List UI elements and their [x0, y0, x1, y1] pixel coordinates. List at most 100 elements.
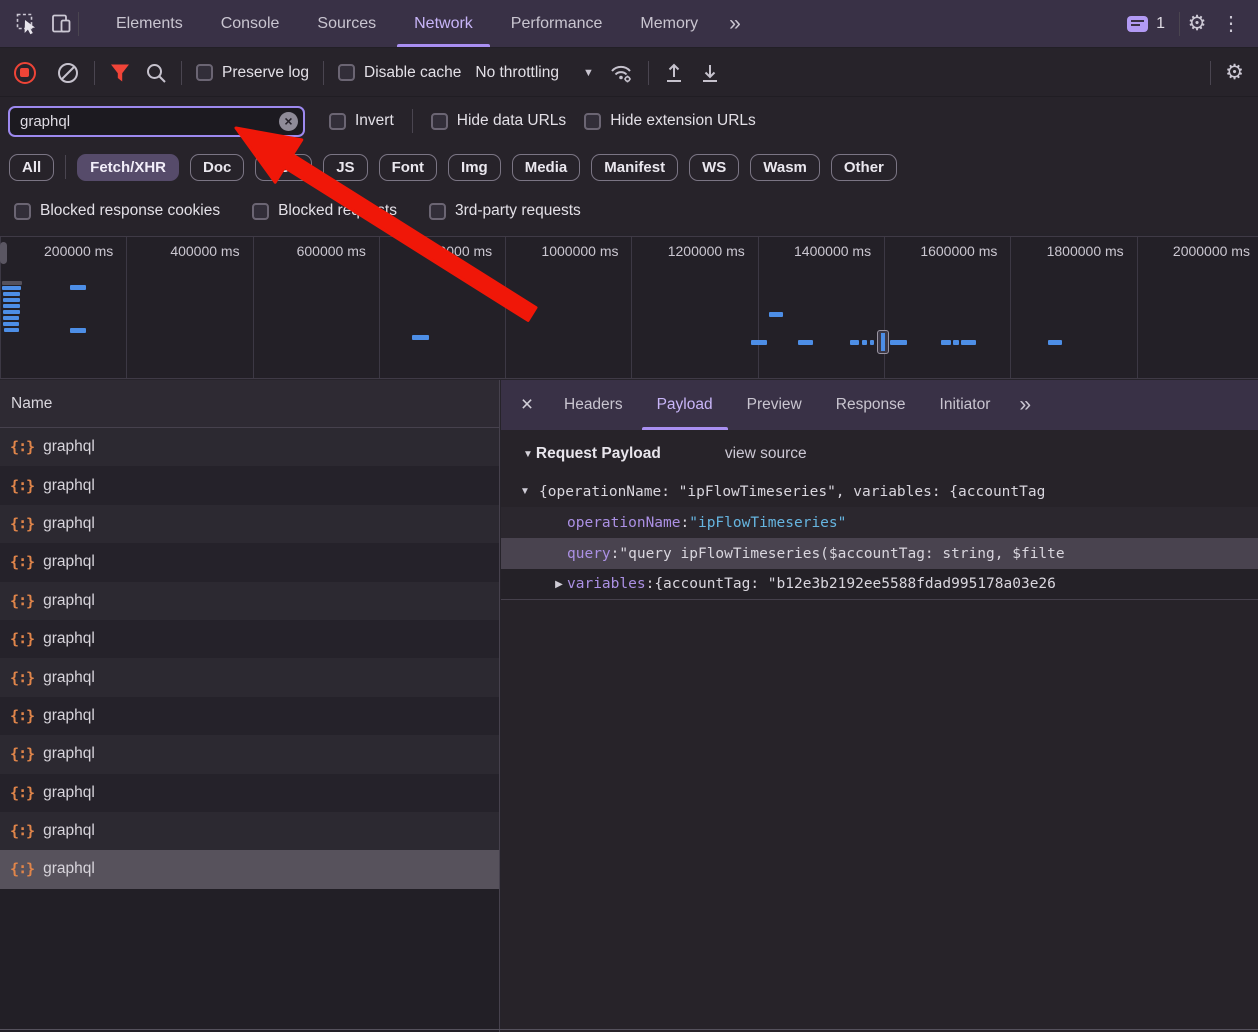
import-har-icon[interactable]: [663, 62, 685, 84]
tab-elements[interactable]: Elements: [97, 0, 202, 47]
filter-chip-wasm[interactable]: Wasm: [750, 154, 820, 181]
divider: [1210, 61, 1211, 85]
detail-tabs-bar: × HeadersPayloadPreviewResponseInitiator…: [501, 380, 1258, 430]
filter-input[interactable]: [8, 106, 305, 137]
close-detail-icon[interactable]: ×: [507, 393, 547, 417]
request-row[interactable]: {∶}graphql: [0, 735, 499, 773]
more-detail-tabs-button[interactable]: »: [1007, 393, 1043, 417]
blocked-response-cookies-checkbox[interactable]: Blocked response cookies: [14, 202, 220, 220]
request-row[interactable]: {∶}graphql: [0, 812, 499, 850]
hide-extension-urls-checkbox[interactable]: Hide extension URLs: [584, 112, 756, 130]
json-braces-icon: {∶}: [10, 784, 34, 802]
detail-tab-headers[interactable]: Headers: [547, 380, 640, 430]
payload-root-node[interactable]: ▼ {operationName: "ipFlowTimeseries", va…: [501, 476, 1258, 507]
tab-performance[interactable]: Performance: [492, 0, 622, 47]
checkbox-box: [252, 203, 269, 220]
network-overview-timeline[interactable]: 200000 ms400000 ms600000 ms800000 ms1000…: [0, 236, 1258, 379]
expand-open-icon[interactable]: ▼: [517, 486, 533, 497]
record-network-log-button[interactable]: [14, 62, 36, 84]
request-row[interactable]: {∶}graphql: [0, 697, 499, 735]
request-row[interactable]: {∶}graphql: [0, 582, 499, 620]
disable-cache-checkbox[interactable]: Disable cache: [338, 64, 461, 82]
request-row[interactable]: {∶}graphql: [0, 466, 499, 504]
hide-data-urls-checkbox[interactable]: Hide data URLs: [431, 112, 566, 130]
inspect-element-icon[interactable]: [10, 7, 44, 41]
view-source-link[interactable]: view source: [725, 445, 807, 463]
filter-chip-doc[interactable]: Doc: [190, 154, 244, 181]
request-row[interactable]: {∶}graphql: [0, 850, 499, 888]
disable-cache-label: Disable cache: [364, 64, 461, 82]
timeline-activity-bar: [751, 340, 767, 345]
payload-row-operation-name[interactable]: operationName: "ipFlowTimeseries": [501, 507, 1258, 538]
divider: [181, 61, 182, 85]
preserve-log-checkbox[interactable]: Preserve log: [196, 64, 309, 82]
settings-gear-icon[interactable]: ⚙: [1180, 7, 1214, 41]
name-column-label: Name: [11, 395, 52, 413]
third-party-requests-checkbox[interactable]: 3rd-party requests: [429, 202, 581, 220]
request-row[interactable]: {∶}graphql: [0, 620, 499, 658]
filter-chip-all[interactable]: All: [9, 154, 54, 181]
filter-chip-media[interactable]: Media: [512, 154, 581, 181]
request-name: graphql: [43, 745, 95, 763]
name-column-header[interactable]: Name: [0, 380, 499, 428]
clear-filter-icon[interactable]: ×: [279, 112, 298, 131]
filter-chip-ws[interactable]: WS: [689, 154, 739, 181]
more-options-icon[interactable]: ⋮: [1214, 7, 1248, 41]
request-name: graphql: [43, 784, 95, 802]
filter-chip-other[interactable]: Other: [831, 154, 897, 181]
network-settings-gear-icon[interactable]: ⚙: [1225, 60, 1244, 85]
request-type-filters: All Fetch/XHR Doc CSS JS Font Img Media Manifest…: [0, 145, 1258, 189]
timeline-activity-bar: [961, 340, 976, 345]
network-conditions-icon[interactable]: [608, 62, 634, 84]
collapse-section-icon[interactable]: ▼: [523, 449, 533, 460]
chevron-down-icon: ▼: [583, 67, 594, 79]
filter-icon[interactable]: [109, 63, 131, 83]
filter-chip-fetch-xhr[interactable]: Fetch/XHR: [77, 154, 179, 181]
filter-chip-img[interactable]: Img: [448, 154, 501, 181]
request-row[interactable]: {∶} graphql: [0, 774, 499, 812]
invert-checkbox[interactable]: Invert: [329, 112, 394, 130]
json-value: "ipFlowTimeseries": [689, 515, 846, 531]
payload-row-query[interactable]: query: "query ipFlowTimeseries($accountT…: [501, 538, 1258, 569]
issues-counter[interactable]: 1: [1127, 15, 1165, 33]
checkbox-box: [14, 203, 31, 220]
message-bubble-icon: [1127, 16, 1148, 32]
detail-tab-preview[interactable]: Preview: [730, 380, 819, 430]
blocked-requests-checkbox[interactable]: Blocked requests: [252, 202, 397, 220]
timeline-activity-bar: [3, 292, 20, 296]
request-row[interactable]: {∶}graphql: [0, 505, 499, 543]
timeline-activity-layer: [0, 237, 1258, 378]
filter-chip-manifest[interactable]: Manifest: [591, 154, 678, 181]
tab-network[interactable]: Network: [395, 0, 492, 47]
tab-sources[interactable]: Sources: [298, 0, 395, 47]
tab-memory[interactable]: Memory: [621, 0, 717, 47]
request-name: graphql: [43, 669, 95, 687]
export-har-icon[interactable]: [699, 62, 721, 84]
search-icon[interactable]: [145, 62, 167, 84]
checkbox-box: [431, 113, 448, 130]
filter-chip-css[interactable]: CSS: [255, 154, 312, 181]
timeline-activity-bar: [953, 340, 959, 345]
detail-tab-response[interactable]: Response: [819, 380, 923, 430]
detail-tab-payload[interactable]: Payload: [640, 380, 730, 430]
timeline-activity-bar: [70, 285, 86, 290]
request-name: graphql: [43, 822, 95, 840]
request-detail-panel: × HeadersPayloadPreviewResponseInitiator…: [501, 380, 1258, 1032]
request-row[interactable]: {∶}graphql: [0, 428, 499, 466]
more-tabs-button[interactable]: »: [717, 12, 753, 36]
preserve-log-label: Preserve log: [222, 64, 309, 82]
throttling-dropdown[interactable]: No throttling ▼: [475, 64, 593, 82]
detail-tab-initiator[interactable]: Initiator: [923, 380, 1008, 430]
tab-console[interactable]: Console: [202, 0, 299, 47]
request-row[interactable]: {∶}graphql: [0, 543, 499, 581]
json-braces-icon: {∶}: [10, 553, 34, 571]
expand-closed-icon[interactable]: ▶: [551, 579, 567, 590]
filter-chip-font[interactable]: Font: [379, 154, 437, 181]
timeline-activity-bar: [3, 322, 19, 326]
clear-network-log-button[interactable]: [56, 61, 80, 85]
request-name: graphql: [43, 707, 95, 725]
payload-row-variables[interactable]: ▶ variables: {accountTag: "b12e3b2192ee5…: [501, 569, 1258, 600]
request-row[interactable]: {∶}graphql: [0, 658, 499, 696]
device-toolbar-icon[interactable]: [44, 7, 78, 41]
filter-chip-js[interactable]: JS: [323, 154, 367, 181]
